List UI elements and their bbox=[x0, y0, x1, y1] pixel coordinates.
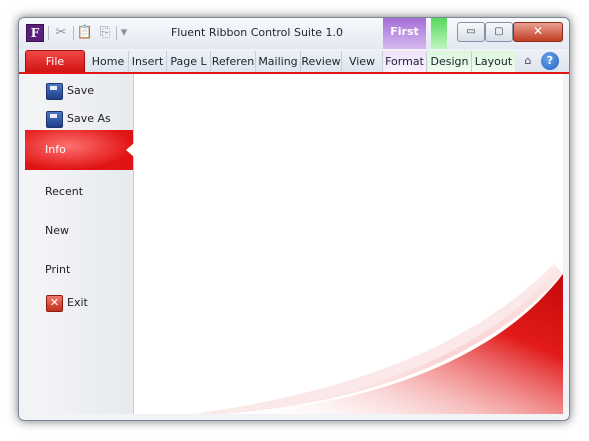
contextual-group-first: First bbox=[383, 18, 426, 51]
backstage-item-label: Recent bbox=[45, 185, 84, 198]
backstage-item-new[interactable]: New bbox=[25, 218, 133, 244]
save-icon bbox=[46, 83, 63, 100]
backstage-item-recent[interactable]: Recent bbox=[25, 179, 133, 205]
selected-arrow-icon bbox=[126, 143, 134, 157]
tab-home[interactable]: Home bbox=[88, 51, 129, 72]
tab-design[interactable]: Design bbox=[428, 51, 472, 72]
backstage-item-label: Info bbox=[45, 143, 66, 156]
tab-page-layout[interactable]: Page L bbox=[167, 51, 211, 72]
backstage-view: Save Save As Info Recent New Print ✕ Exi… bbox=[25, 74, 563, 414]
tab-insert[interactable]: Insert bbox=[129, 51, 167, 72]
backstage-item-label: Exit bbox=[67, 296, 88, 309]
backstage-content bbox=[134, 74, 563, 414]
help-icon[interactable]: ? bbox=[541, 52, 559, 70]
title-bar: F ✂ 📋 ⎘ ▾ Fluent Ribbon Control Suite 1.… bbox=[19, 18, 569, 51]
maximize-button[interactable]: ▢ bbox=[485, 22, 513, 42]
backstage-item-save[interactable]: Save bbox=[25, 78, 133, 104]
backstage-item-label: New bbox=[45, 224, 69, 237]
backstage-item-save-as[interactable]: Save As bbox=[25, 106, 133, 132]
backstage-item-print[interactable]: Print bbox=[25, 257, 133, 283]
app-window: F ✂ 📋 ⎘ ▾ Fluent Ribbon Control Suite 1.… bbox=[18, 17, 570, 421]
tab-layout[interactable]: Layout bbox=[472, 51, 515, 72]
tab-format[interactable]: Format bbox=[383, 51, 427, 72]
ribbon-tab-row: File Home Insert Page L Referen Mailing … bbox=[19, 49, 569, 73]
backstage-item-info[interactable]: Info bbox=[25, 130, 134, 170]
tab-file[interactable]: File bbox=[25, 50, 85, 73]
backstage-nav: Save Save As Info Recent New Print ✕ Exi… bbox=[25, 74, 134, 414]
collapse-ribbon-icon[interactable]: ⌂ bbox=[519, 52, 537, 70]
backstage-item-label: Save As bbox=[67, 112, 111, 125]
tab-references[interactable]: Referen bbox=[211, 51, 256, 72]
save-as-icon bbox=[46, 111, 63, 128]
tab-mailings[interactable]: Mailing bbox=[256, 51, 301, 72]
backstage-item-exit[interactable]: ✕ Exit bbox=[25, 290, 133, 316]
backstage-swoosh-graphic bbox=[194, 259, 563, 414]
minimize-button[interactable]: ▭ bbox=[457, 22, 485, 42]
contextual-group-green bbox=[431, 18, 447, 51]
backstage-item-label: Save bbox=[67, 84, 95, 97]
exit-icon: ✕ bbox=[46, 295, 63, 312]
close-button[interactable]: ✕ bbox=[513, 22, 563, 42]
backstage-item-label: Print bbox=[45, 263, 71, 276]
tab-view[interactable]: View bbox=[342, 51, 383, 72]
tab-review[interactable]: Review bbox=[301, 51, 342, 72]
